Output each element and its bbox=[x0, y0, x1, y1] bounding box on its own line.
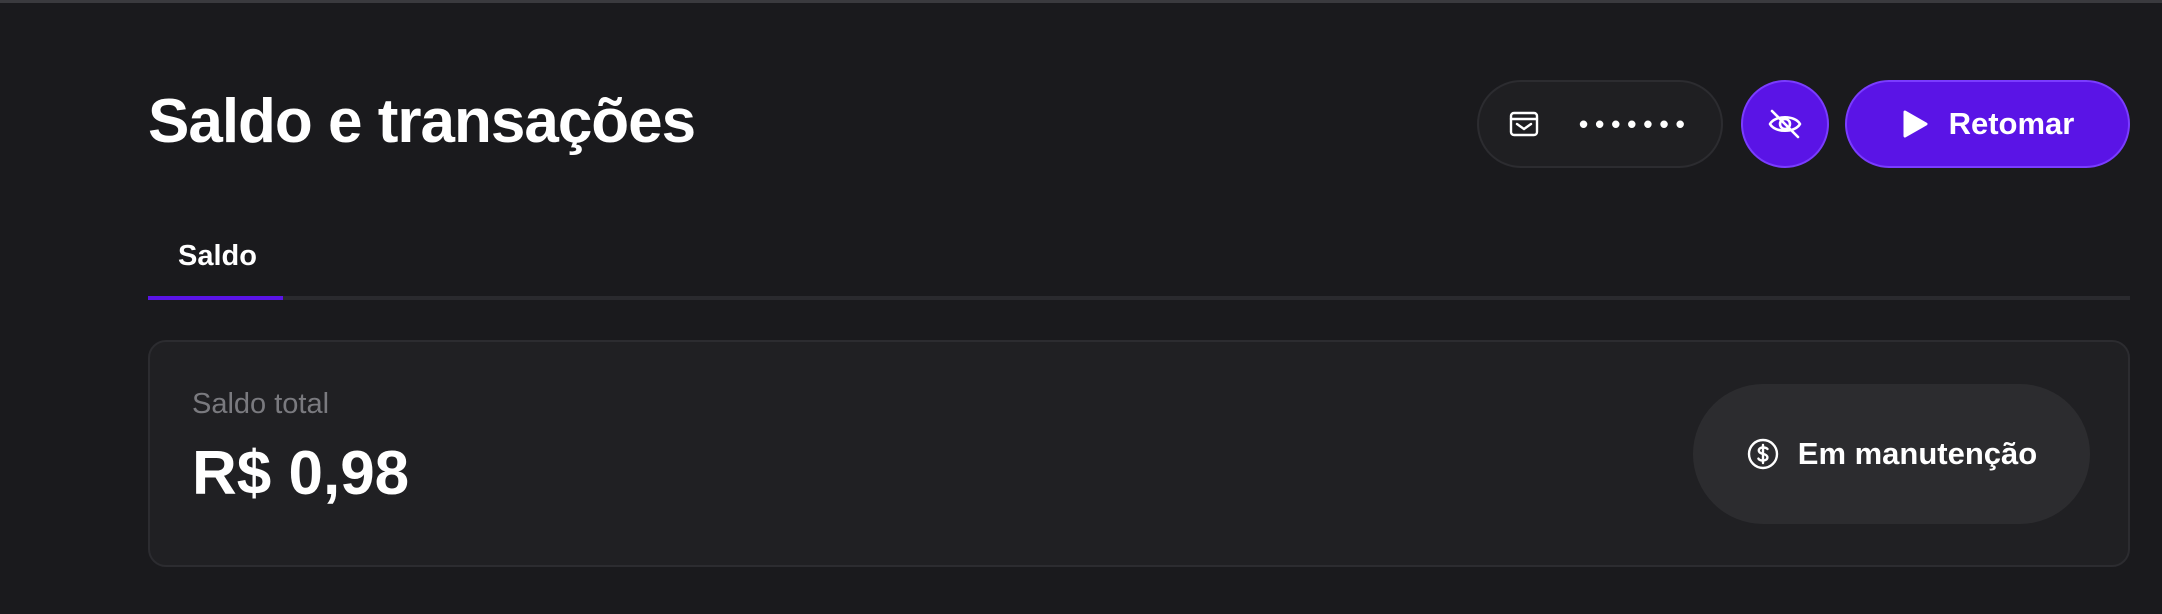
page-title: Saldo e transações bbox=[148, 87, 696, 156]
top-border bbox=[0, 0, 2162, 3]
masked-balance: ••••••• bbox=[1579, 109, 1692, 139]
resume-button-label: Retomar bbox=[1948, 106, 2075, 141]
wallet-icon bbox=[1509, 110, 1539, 138]
maintenance-status-label: Em manutenção bbox=[1797, 436, 2038, 471]
toggle-visibility-button[interactable] bbox=[1741, 80, 1829, 168]
balance-value: R$ 0,98 bbox=[192, 439, 410, 508]
balance-label: Saldo total bbox=[192, 388, 330, 420]
wallet-balance-pill[interactable]: ••••••• bbox=[1477, 80, 1723, 168]
tab-saldo[interactable]: Saldo bbox=[148, 230, 283, 300]
maintenance-status-button[interactable]: Em manutenção bbox=[1693, 384, 2090, 524]
resume-button[interactable]: Retomar bbox=[1845, 80, 2130, 168]
tab-bar bbox=[148, 296, 2130, 300]
balance-card: Saldo total R$ 0,98 Em manutenção bbox=[148, 340, 2130, 567]
active-tab-indicator bbox=[148, 296, 283, 300]
tab-saldo-label: Saldo bbox=[178, 240, 257, 272]
eye-off-icon bbox=[1765, 104, 1805, 144]
dollar-circle-icon bbox=[1746, 437, 1780, 471]
play-icon bbox=[1901, 109, 1929, 139]
